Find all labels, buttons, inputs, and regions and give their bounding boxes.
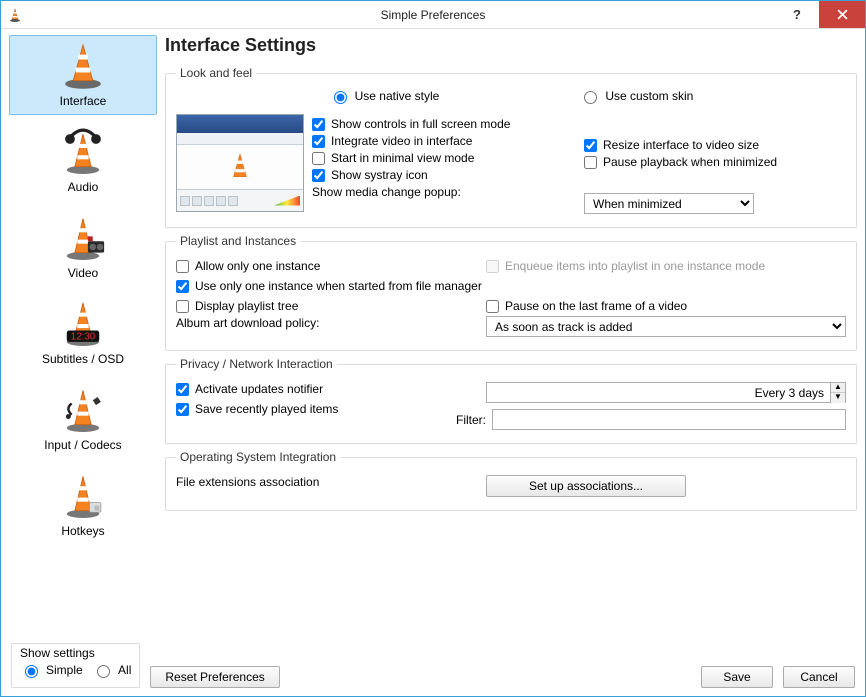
group-legend: Privacy / Network Interaction bbox=[176, 357, 337, 371]
media-popup-select[interactable]: When minimized bbox=[584, 193, 754, 214]
svg-text:12:30: 12:30 bbox=[71, 331, 96, 342]
integrate-video-checkbox[interactable]: Integrate video in interface bbox=[312, 134, 472, 148]
close-button[interactable] bbox=[819, 1, 865, 28]
sidebar-item-hotkeys[interactable]: Hotkeys bbox=[9, 465, 157, 545]
sidebar-item-interface[interactable]: Interface bbox=[9, 35, 157, 115]
one-instance-fm-checkbox[interactable]: Use only one instance when started from … bbox=[176, 279, 482, 293]
interface-icon bbox=[57, 40, 109, 92]
group-legend: Operating System Integration bbox=[176, 450, 340, 464]
show-systray-checkbox[interactable]: Show systray icon bbox=[312, 168, 428, 182]
album-art-select[interactable]: As soon as track is added bbox=[486, 316, 846, 337]
sidebar-item-subtitles[interactable]: 12:30 Subtitles / OSD bbox=[9, 293, 157, 373]
subtitles-icon: 12:30 bbox=[57, 298, 109, 350]
show-settings-group: Show settings Simple All bbox=[11, 643, 140, 688]
save-recent-checkbox[interactable]: Save recently played items bbox=[176, 402, 338, 416]
sidebar-item-label: Video bbox=[12, 266, 154, 280]
start-minimal-checkbox[interactable]: Start in minimal view mode bbox=[312, 151, 474, 165]
spin-up-icon[interactable]: ▲ bbox=[831, 383, 845, 393]
group-legend: Look and feel bbox=[176, 66, 256, 80]
reset-preferences-button[interactable]: Reset Preferences bbox=[150, 666, 279, 688]
sidebar-item-video[interactable]: Video bbox=[9, 207, 157, 287]
group-legend: Playlist and Instances bbox=[176, 234, 300, 248]
show-simple-radio[interactable]: Simple bbox=[20, 662, 83, 678]
file-assoc-label: File extensions association bbox=[176, 475, 319, 489]
hotkeys-icon bbox=[57, 470, 109, 522]
cone-icon bbox=[223, 150, 257, 184]
style-preview bbox=[176, 114, 304, 212]
enqueue-checkbox: Enqueue items into playlist in one insta… bbox=[486, 259, 765, 273]
help-button[interactable]: ? bbox=[775, 1, 819, 28]
close-icon bbox=[837, 9, 848, 20]
sidebar-item-label: Input / Codecs bbox=[12, 438, 154, 452]
vlc-app-icon bbox=[7, 7, 23, 23]
category-sidebar: Interface Audio Video 12:30 Subtitles / … bbox=[9, 35, 157, 633]
sidebar-item-label: Subtitles / OSD bbox=[12, 352, 154, 366]
media-popup-label: Show media change popup: bbox=[312, 185, 461, 199]
custom-skin-radio[interactable]: Use custom skin bbox=[579, 88, 693, 104]
save-button[interactable]: Save bbox=[701, 666, 773, 688]
album-art-label: Album art download policy: bbox=[176, 316, 319, 330]
filter-label: Filter: bbox=[446, 413, 486, 427]
cancel-button[interactable]: Cancel bbox=[783, 666, 855, 688]
show-controls-fs-checkbox[interactable]: Show controls in full screen mode bbox=[312, 117, 510, 131]
page-title: Interface Settings bbox=[165, 35, 857, 56]
pause-minimized-checkbox[interactable]: Pause playback when minimized bbox=[584, 155, 777, 169]
window-title: Simple Preferences bbox=[1, 8, 865, 22]
setup-associations-button[interactable]: Set up associations... bbox=[486, 475, 686, 497]
spin-down-icon[interactable]: ▼ bbox=[831, 393, 845, 403]
sidebar-item-label: Interface bbox=[12, 94, 154, 108]
show-settings-label: Show settings bbox=[20, 646, 131, 660]
show-all-radio[interactable]: All bbox=[92, 662, 131, 678]
sidebar-item-audio[interactable]: Audio bbox=[9, 121, 157, 201]
pause-last-frame-checkbox[interactable]: Pause on the last frame of a video bbox=[486, 299, 687, 313]
playlist-group: Playlist and Instances Allow only one in… bbox=[165, 234, 857, 351]
resize-to-video-checkbox[interactable]: Resize interface to video size bbox=[584, 138, 759, 152]
privacy-group: Privacy / Network Interaction Activate u… bbox=[165, 357, 857, 444]
look-and-feel-group: Look and feel Use native style Use custo… bbox=[165, 66, 857, 228]
filter-input[interactable] bbox=[492, 409, 846, 430]
video-icon bbox=[57, 212, 109, 264]
native-style-radio[interactable]: Use native style bbox=[329, 88, 440, 104]
audio-icon bbox=[57, 126, 109, 178]
one-instance-checkbox[interactable]: Allow only one instance bbox=[176, 259, 320, 273]
codecs-icon bbox=[57, 384, 109, 436]
os-integration-group: Operating System Integration File extens… bbox=[165, 450, 857, 511]
footer: Show settings Simple All Reset Preferenc… bbox=[1, 639, 865, 696]
sidebar-item-label: Audio bbox=[12, 180, 154, 194]
display-tree-checkbox[interactable]: Display playlist tree bbox=[176, 299, 298, 313]
sidebar-item-label: Hotkeys bbox=[12, 524, 154, 538]
sidebar-item-input-codecs[interactable]: Input / Codecs bbox=[9, 379, 157, 459]
titlebar: Simple Preferences ? bbox=[1, 1, 865, 29]
preferences-window: Simple Preferences ? Interface Audio Vid… bbox=[0, 0, 866, 697]
update-interval-spinbox[interactable]: Every 3 days ▲▼ bbox=[486, 382, 846, 403]
updates-notifier-checkbox[interactable]: Activate updates notifier bbox=[176, 382, 323, 396]
